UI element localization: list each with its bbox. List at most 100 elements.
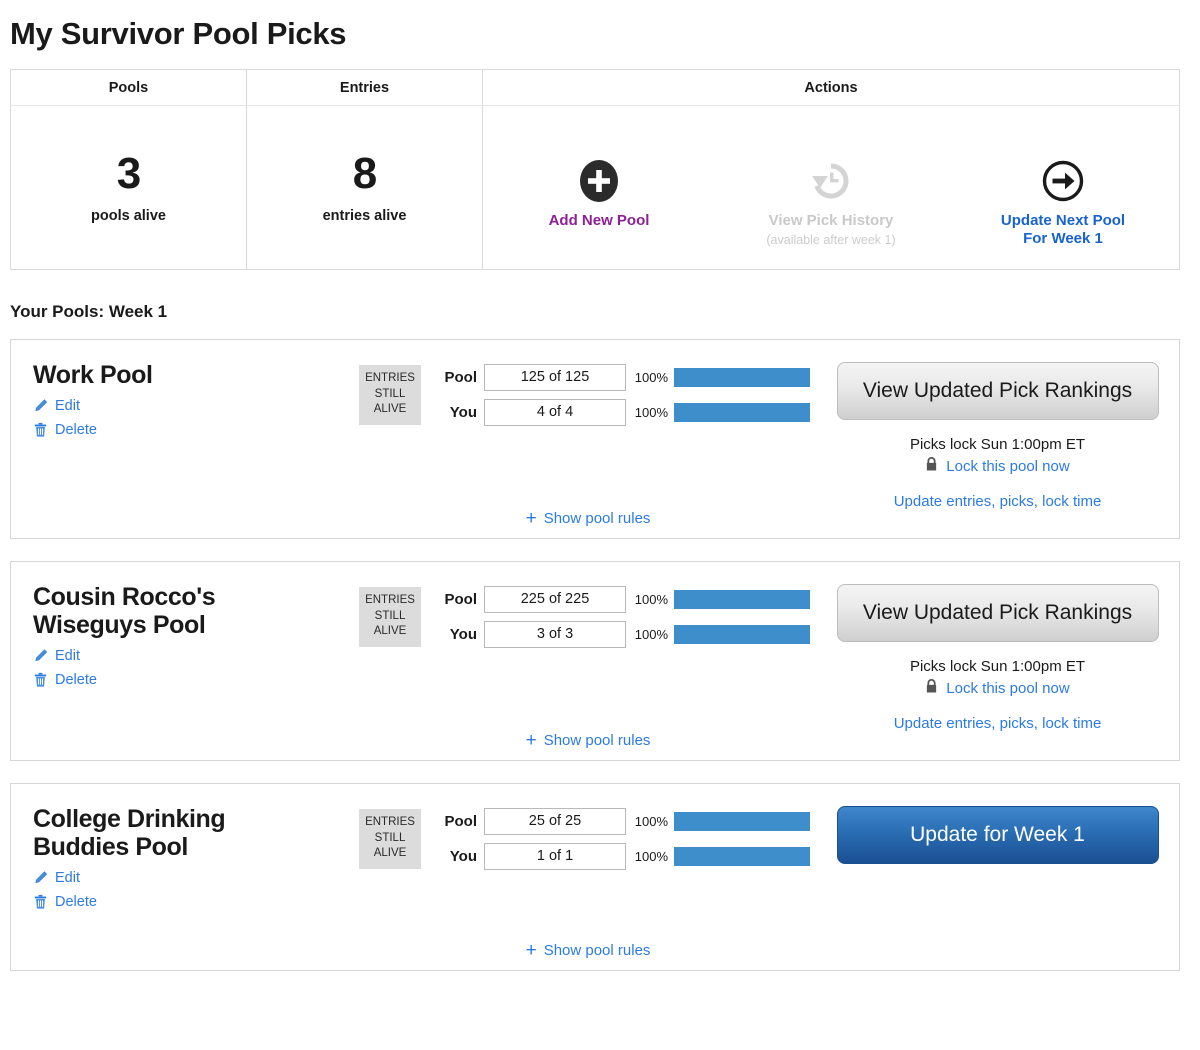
- pool-name: College Drinking Buddies Pool: [33, 806, 359, 862]
- trash-icon: [33, 894, 48, 910]
- pool-entries-value: 225 of 225: [484, 586, 626, 613]
- pool-actions-column: Update for Week 1: [826, 806, 1161, 864]
- pool-count-row: Pool 25 of 25: [435, 808, 626, 835]
- you-progress-label: 100%: [626, 849, 668, 864]
- badge-line-3: ALIVE: [364, 624, 416, 640]
- trash-icon: [33, 422, 48, 438]
- view-pick-history-action[interactable]: View Pick History (available after week …: [724, 158, 939, 247]
- badge-line-3: ALIVE: [364, 846, 416, 862]
- show-pool-rules-row: + Show pool rules: [11, 731, 1179, 751]
- pool-name-line-1: College Drinking: [33, 806, 359, 834]
- you-count-row: You 1 of 1: [435, 843, 626, 870]
- entries-alive-count: 8: [247, 152, 482, 196]
- update-for-week-button[interactable]: Update for Week 1: [837, 806, 1159, 864]
- badge-line-2: STILL: [364, 609, 416, 625]
- trash-icon: [33, 672, 48, 688]
- show-pool-rules-label: Show pool rules: [544, 942, 651, 959]
- counts-column: Pool 125 of 125 You 4 of 4: [421, 362, 626, 434]
- picks-lock-note: Picks lock Sun 1:00pm ET: [910, 658, 1085, 675]
- update-entries-link[interactable]: Update entries, picks, lock time: [894, 493, 1102, 510]
- lock-icon: [925, 678, 938, 698]
- pool-name: Work Pool: [33, 362, 359, 390]
- you-count-label: You: [435, 404, 477, 421]
- pool-progress-fill: [674, 368, 810, 387]
- pool-name-line-1: Cousin Rocco's: [33, 584, 359, 612]
- actions-row: Add New Pool View P: [483, 127, 1179, 249]
- you-entries-value: 3 of 3: [484, 621, 626, 648]
- delete-pool-link[interactable]: Delete: [33, 672, 359, 688]
- view-pick-history-sublabel: (available after week 1): [766, 233, 895, 247]
- you-progress-row: 100%: [626, 621, 826, 648]
- entries-alive-label: entries alive: [247, 208, 482, 224]
- alive-badge-column: ENTRIES STILL ALIVE: [359, 806, 421, 869]
- summary-table-body-row: 3 pools alive 8 entries alive: [11, 106, 1180, 270]
- lock-pool-now-label: Lock this pool now: [946, 458, 1069, 475]
- edit-pool-link[interactable]: Edit: [33, 648, 359, 664]
- pencil-icon: [33, 398, 48, 414]
- update-entries-link[interactable]: Update entries, picks, lock time: [894, 715, 1102, 732]
- pool-count-row: Pool 125 of 125: [435, 364, 626, 391]
- pool-name-line-2: Wiseguys Pool: [33, 612, 359, 640]
- pencil-icon: [33, 870, 48, 886]
- summary-table-header-row: Pools Entries Actions: [11, 70, 1180, 106]
- pool-actions-column: View Updated Pick Rankings Picks lock Su…: [826, 362, 1161, 510]
- show-pool-rules-link[interactable]: + Show pool rules: [526, 509, 651, 528]
- badge-line-1: ENTRIES: [364, 593, 416, 609]
- you-count-label: You: [435, 848, 477, 865]
- you-progress-label: 100%: [626, 627, 668, 642]
- pool-card-list: Work Pool Edit: [0, 322, 1200, 971]
- you-count-row: You 4 of 4: [435, 399, 626, 426]
- lock-pool-now-link[interactable]: Lock this pool now: [925, 678, 1069, 698]
- history-clock-icon: [807, 158, 855, 204]
- show-pool-rules-link[interactable]: + Show pool rules: [526, 731, 651, 750]
- you-progress-row: 100%: [626, 399, 826, 426]
- pool-progress-label: 100%: [626, 370, 668, 385]
- edit-pool-link[interactable]: Edit: [33, 870, 359, 886]
- badge-line-1: ENTRIES: [364, 371, 416, 387]
- update-next-pool-label-line1: Update Next Pool: [1001, 212, 1125, 230]
- you-entries-value: 1 of 1: [484, 843, 626, 870]
- delete-pool-label: Delete: [55, 894, 97, 910]
- you-progress-track: [674, 847, 810, 866]
- delete-pool-link[interactable]: Delete: [33, 422, 359, 438]
- delete-pool-link[interactable]: Delete: [33, 894, 359, 910]
- pool-name-column: Cousin Rocco's Wiseguys Pool Edit: [29, 584, 359, 688]
- pool-name-column: College Drinking Buddies Pool Edit: [29, 806, 359, 910]
- edit-pool-link[interactable]: Edit: [33, 398, 359, 414]
- pool-entries-value: 25 of 25: [484, 808, 626, 835]
- pool-card: Work Pool Edit: [10, 339, 1180, 539]
- section-heading-your-pools: Your Pools: Week 1: [0, 270, 1200, 322]
- view-pick-rankings-button[interactable]: View Updated Pick Rankings: [837, 362, 1159, 420]
- status-badge: ENTRIES STILL ALIVE: [359, 365, 421, 425]
- counts-column: Pool 25 of 25 You 1 of 1: [421, 806, 626, 878]
- pool-name-column: Work Pool Edit: [29, 362, 359, 438]
- view-pick-history-label: View Pick History: [769, 212, 894, 230]
- show-pool-rules-label: Show pool rules: [544, 732, 651, 749]
- delete-pool-label: Delete: [55, 672, 97, 688]
- you-count-row: You 3 of 3: [435, 621, 626, 648]
- pool-progress-row: 100%: [626, 364, 826, 391]
- you-progress-track: [674, 625, 810, 644]
- alive-badge-column: ENTRIES STILL ALIVE: [359, 362, 421, 425]
- arrow-right-circle-icon: [1041, 158, 1085, 204]
- add-new-pool-action[interactable]: Add New Pool: [492, 158, 707, 230]
- show-pool-rules-link[interactable]: + Show pool rules: [526, 941, 651, 960]
- update-next-pool-action[interactable]: Update Next Pool For Week 1: [956, 158, 1171, 249]
- you-progress-fill: [674, 403, 810, 422]
- pool-name-line-2: Buddies Pool: [33, 834, 359, 862]
- pool-progress-track: [674, 368, 810, 387]
- view-pick-rankings-button[interactable]: View Updated Pick Rankings: [837, 584, 1159, 642]
- badge-line-2: STILL: [364, 387, 416, 403]
- progress-column: 100% 100%: [626, 806, 826, 878]
- badge-line-2: STILL: [364, 831, 416, 847]
- actions-cell: Add New Pool View P: [483, 106, 1180, 270]
- pool-card: College Drinking Buddies Pool Edit: [10, 783, 1180, 971]
- you-progress-label: 100%: [626, 405, 668, 420]
- pool-count-label: Pool: [435, 369, 477, 386]
- delete-pool-label: Delete: [55, 422, 97, 438]
- lock-pool-now-link[interactable]: Lock this pool now: [925, 456, 1069, 476]
- show-pool-rules-row: + Show pool rules: [11, 941, 1179, 961]
- pool-progress-row: 100%: [626, 808, 826, 835]
- status-badge: ENTRIES STILL ALIVE: [359, 809, 421, 869]
- pool-progress-fill: [674, 812, 810, 831]
